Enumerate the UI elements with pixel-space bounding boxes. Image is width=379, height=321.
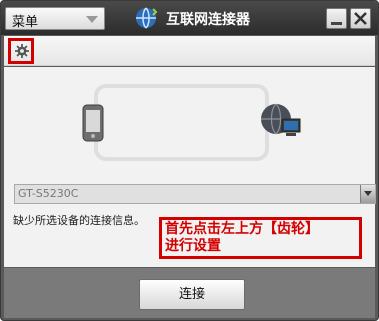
- settings-highlight-box: [8, 38, 34, 64]
- chevron-down-icon: [86, 16, 98, 23]
- connect-button[interactable]: 连接: [139, 279, 245, 310]
- app-window: 菜单 互联网连接器 GT-S5230C 缺少所选设备的连接信息。 首先点击左上方…: [0, 0, 379, 321]
- instruction-line-2: 进行设置: [165, 238, 221, 254]
- chevron-down-icon: [364, 191, 372, 196]
- instruction-callout: 首先点击左上方【齿轮】 进行设置: [159, 217, 362, 259]
- instruction-line-1: 首先点击左上方【齿轮】: [165, 221, 319, 237]
- globe-app-icon: [136, 7, 158, 29]
- close-button[interactable]: [350, 8, 371, 29]
- main-content: GT-S5230C 缺少所选设备的连接信息。 首先点击左上方【齿轮】 进行设置: [4, 67, 376, 267]
- toolbar: [4, 36, 375, 66]
- device-select-value: GT-S5230C: [18, 187, 79, 200]
- menu-dropdown[interactable]: 菜单: [5, 7, 105, 30]
- connection-diagram-frame: [94, 84, 269, 161]
- minimize-icon: [331, 22, 342, 25]
- device-select[interactable]: GT-S5230C: [14, 184, 376, 204]
- minimize-button[interactable]: [326, 8, 347, 29]
- device-select-arrow-button[interactable]: [360, 185, 375, 203]
- menu-dropdown-label: 菜单: [12, 15, 39, 30]
- connection-status-text: 缺少所选设备的连接信息。: [13, 214, 145, 227]
- window-title: 互联网连接器: [166, 12, 250, 28]
- title-bar: 菜单 互联网连接器: [1, 1, 378, 35]
- close-icon: [354, 12, 367, 25]
- globe-computer-icon: [261, 103, 301, 136]
- phone-icon: [82, 104, 104, 142]
- gear-icon[interactable]: [15, 44, 29, 58]
- bottom-bar: 连接: [4, 268, 375, 318]
